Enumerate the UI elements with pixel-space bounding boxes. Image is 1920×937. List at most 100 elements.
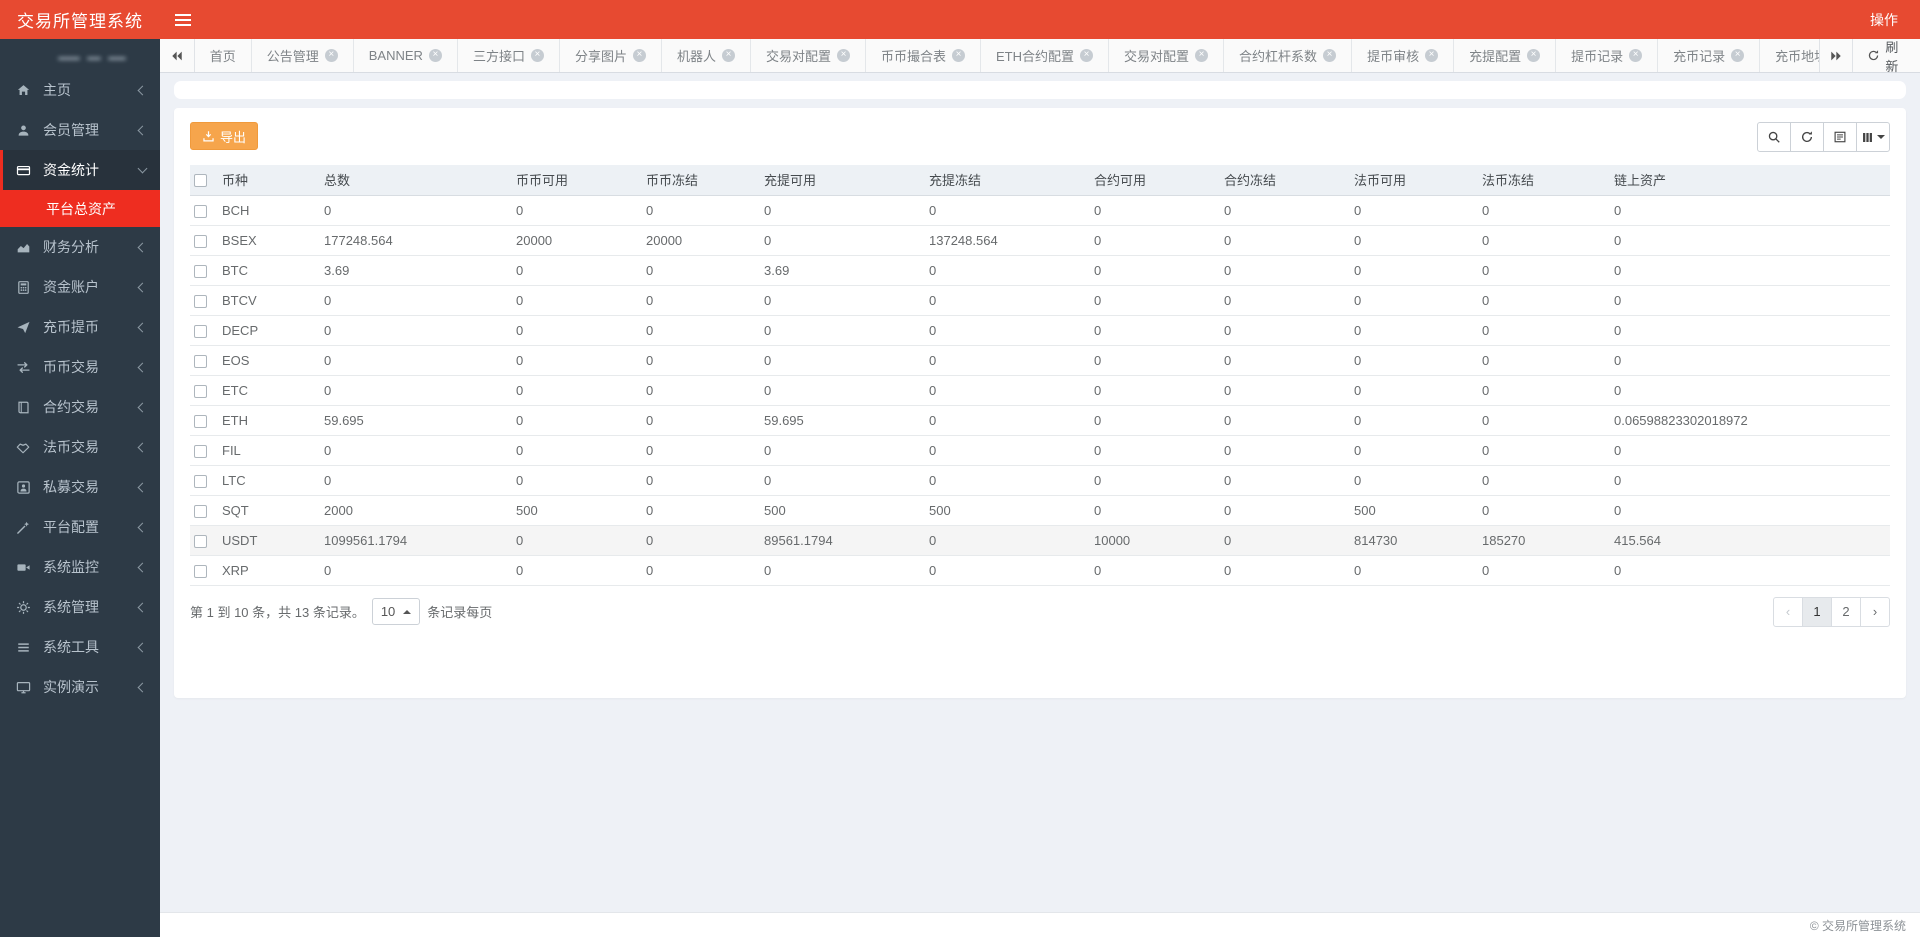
refresh-icon (1867, 49, 1880, 62)
sidebar-item-实例演示[interactable]: 实例演示 (0, 667, 160, 707)
tab-ETH合约配置[interactable]: ETH合约配置× (981, 39, 1109, 72)
cell-链上资产: 0 (1610, 315, 1890, 345)
tab-公告管理[interactable]: 公告管理× (252, 39, 354, 72)
row-checkbox[interactable] (194, 295, 207, 308)
cell-币币可用: 0 (512, 555, 642, 585)
sidebar-subitem-平台总资产[interactable]: 平台总资产 (0, 190, 160, 227)
tab-close-icon[interactable]: × (1195, 49, 1208, 62)
sidebar-item-私募交易[interactable]: 私募交易 (0, 467, 160, 507)
sidebar-item-平台配置[interactable]: 平台配置 (0, 507, 160, 547)
sidebar-item-主页[interactable]: 主页 (0, 70, 160, 110)
tab-充提配置[interactable]: 充提配置× (1454, 39, 1556, 72)
tab-close-icon[interactable]: × (1629, 49, 1642, 62)
export-button[interactable]: 导出 (190, 122, 258, 150)
cell-币币可用: 0 (512, 195, 642, 225)
tab-首页[interactable]: 首页 (195, 39, 252, 72)
cell-链上资产: 0 (1610, 195, 1890, 225)
sidebar-item-资金账户[interactable]: 资金账户 (0, 267, 160, 307)
cell-法币冻结: 0 (1478, 255, 1610, 285)
row-checkbox[interactable] (194, 445, 207, 458)
cell-合约冻结: 0 (1220, 405, 1350, 435)
tab-close-icon[interactable]: × (722, 49, 735, 62)
toggle-detail-view-button[interactable] (1823, 122, 1857, 152)
table-search-button[interactable] (1757, 122, 1791, 152)
cell-币币可用: 0 (512, 315, 642, 345)
sidebar-item-系统工具[interactable]: 系统工具 (0, 627, 160, 667)
tab-提币审核[interactable]: 提币审核× (1352, 39, 1454, 72)
tabs-scroll-right-icon[interactable] (1819, 39, 1853, 72)
cell-合约冻结: 0 (1220, 555, 1350, 585)
row-checkbox[interactable] (194, 505, 207, 518)
columns-dropdown-button[interactable] (1856, 122, 1890, 152)
coin-name: BTCV (218, 285, 320, 315)
cell-充提冻结: 0 (925, 555, 1090, 585)
sidebar-item-系统监控[interactable]: 系统监控 (0, 547, 160, 587)
sidebar-item-充币提币[interactable]: 充币提币 (0, 307, 160, 347)
sidebar-item-合约交易[interactable]: 合约交易 (0, 387, 160, 427)
action-dropdown[interactable]: 操作 (1848, 0, 1920, 39)
cell-充提可用: 0 (760, 555, 925, 585)
sidebar-item-系统管理[interactable]: 系统管理 (0, 587, 160, 627)
prev-page-button[interactable]: ‹ (1773, 597, 1803, 627)
row-checkbox[interactable] (194, 475, 207, 488)
tab-三方接口[interactable]: 三方接口× (458, 39, 560, 72)
tab-close-icon[interactable]: × (1425, 49, 1438, 62)
desktop-icon (16, 680, 38, 695)
sidebar-item-会员管理[interactable]: 会员管理 (0, 110, 160, 150)
row-checkbox[interactable] (194, 385, 207, 398)
sidebar-item-label: 合约交易 (43, 397, 99, 417)
tab-close-icon[interactable]: × (429, 49, 442, 62)
sidebar-item-label: 币币交易 (43, 357, 99, 377)
cell-总数: 0 (320, 435, 512, 465)
tab-close-icon[interactable]: × (952, 49, 965, 62)
row-checkbox[interactable] (194, 205, 207, 218)
tabs-scroll-left-icon[interactable] (160, 39, 195, 72)
tab-分享图片[interactable]: 分享图片× (560, 39, 662, 72)
coin-name: XRP (218, 555, 320, 585)
tab-close-icon[interactable]: × (837, 49, 850, 62)
tab-label: 提币记录 (1571, 46, 1623, 65)
row-checkbox[interactable] (194, 415, 207, 428)
cell-币币冻结: 0 (642, 555, 760, 585)
row-checkbox[interactable] (194, 235, 207, 248)
row-checkbox[interactable] (194, 355, 207, 368)
table-row-EOS: EOS0000000000 (190, 345, 1890, 375)
tab-充币记录[interactable]: 充币记录× (1658, 39, 1760, 72)
select-all-checkbox[interactable] (194, 174, 207, 187)
tab-BANNER[interactable]: BANNER× (354, 39, 458, 72)
tab-合约杠杆系数[interactable]: 合约杠杆系数× (1224, 39, 1352, 72)
page-button-1[interactable]: 1 (1802, 597, 1832, 627)
cell-充提冻结: 0 (925, 465, 1090, 495)
cell-币币冻结: 20000 (642, 225, 760, 255)
sidebar-item-财务分析[interactable]: 财务分析 (0, 227, 160, 267)
tab-close-icon[interactable]: × (633, 49, 646, 62)
tab-币币撮合表[interactable]: 币币撮合表× (866, 39, 981, 72)
tab-close-icon[interactable]: × (1527, 49, 1540, 62)
page-size-select[interactable]: 10 (372, 598, 420, 625)
tab-机器人[interactable]: 机器人× (662, 39, 751, 72)
tab-close-icon[interactable]: × (325, 49, 338, 62)
row-checkbox[interactable] (194, 565, 207, 578)
tab-交易对配置[interactable]: 交易对配置× (751, 39, 866, 72)
table-refresh-button[interactable] (1790, 122, 1824, 152)
refresh-tab-button[interactable]: 刷新 (1852, 39, 1920, 72)
tab-提币记录[interactable]: 提币记录 × (1556, 39, 1658, 72)
tab-close-icon[interactable]: × (1731, 49, 1744, 62)
tab-close-icon[interactable]: × (1080, 49, 1093, 62)
cell-充提可用: 3.69 (760, 255, 925, 285)
row-checkbox[interactable] (194, 535, 207, 548)
row-checkbox[interactable] (194, 325, 207, 338)
next-page-button[interactable]: › (1860, 597, 1890, 627)
sidebar-item-币币交易[interactable]: 币币交易 (0, 347, 160, 387)
sidebar-toggle-icon[interactable] (175, 0, 209, 39)
tab-close-icon[interactable]: × (1323, 49, 1336, 62)
page-button-2[interactable]: 2 (1831, 597, 1861, 627)
cell-合约冻结: 0 (1220, 315, 1350, 345)
sidebar-item-label: 资金账户 (43, 277, 99, 297)
tab-充币地址[interactable]: 充币地址× (1760, 39, 1819, 72)
tab-close-icon[interactable]: × (531, 49, 544, 62)
row-checkbox[interactable] (194, 265, 207, 278)
sidebar-item-法币交易[interactable]: 法币交易 (0, 427, 160, 467)
tab-交易对配置[interactable]: 交易对配置× (1109, 39, 1224, 72)
sidebar-item-资金统计[interactable]: 资金统计 (0, 150, 160, 190)
